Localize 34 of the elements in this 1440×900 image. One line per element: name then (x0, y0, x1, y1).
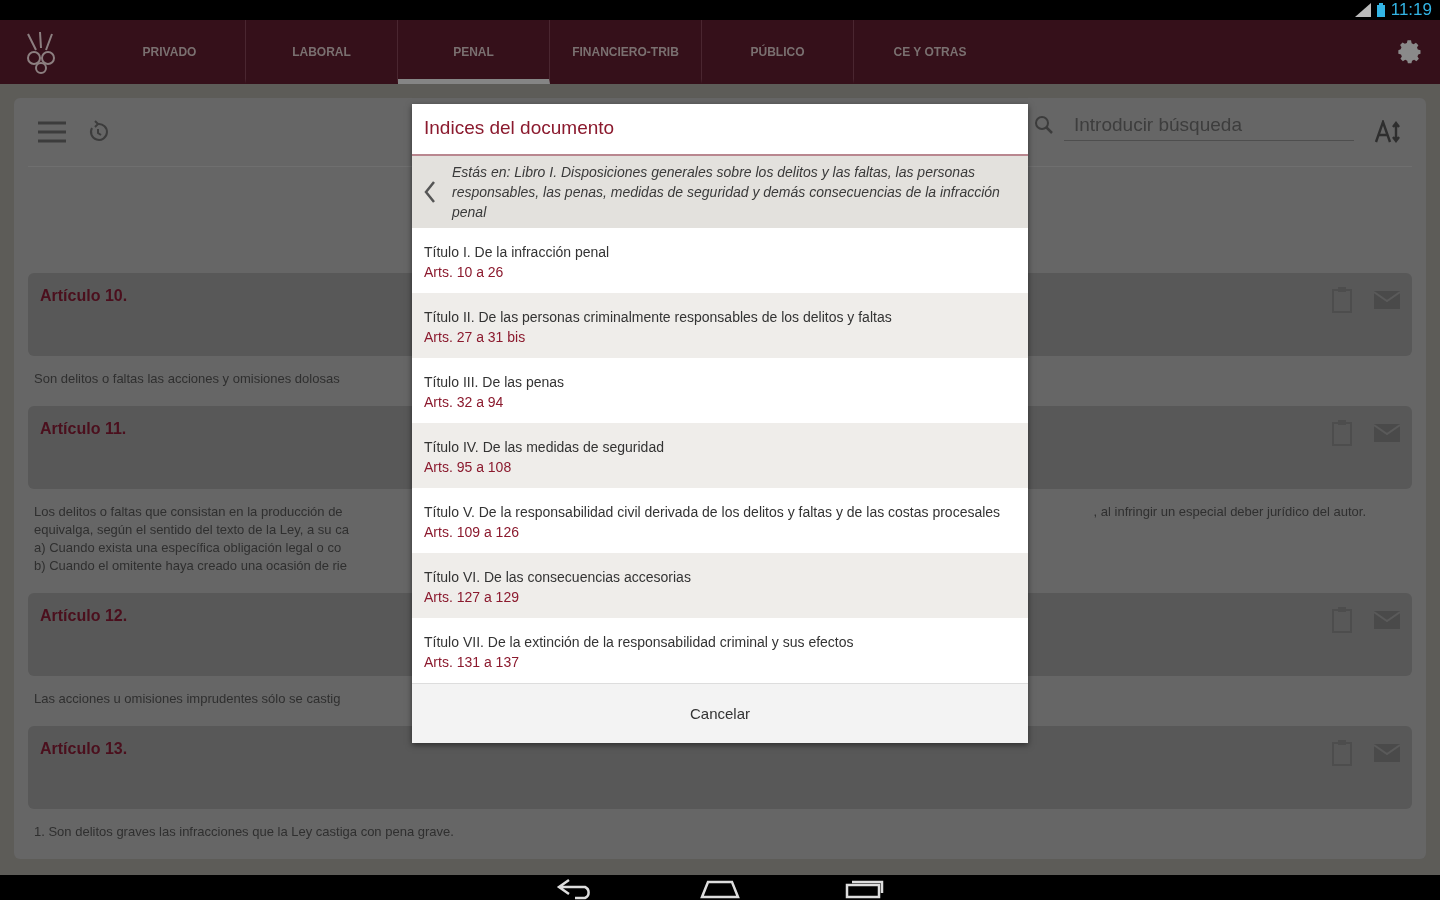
tab[interactable]: PENAL (398, 20, 550, 84)
index-title: Título I. De la infracción penal (424, 243, 611, 261)
index-item[interactable]: Título VI. De las consecuencias accesorias Arts. 127 a 129 (412, 553, 1028, 618)
tab[interactable]: PRIVADO (94, 20, 246, 84)
cancel-button[interactable]: Cancelar (412, 683, 1028, 743)
article-range: Arts. 95 a 108 (424, 459, 513, 475)
article-range: Arts. 127 a 129 (424, 589, 520, 605)
article-range: Arts. 27 a 31 bis (424, 329, 527, 345)
breadcrumb: Estás en: Libro I. Disposiciones generales sobre los delitos y las faltas, las personas responsables, las penas, medidas de seguridad y demás consecuencias de la infracción penal (452, 163, 1001, 222)
tab[interactable]: LABORAL (246, 20, 398, 84)
tab[interactable]: PÚBLICO (702, 20, 854, 84)
article-range: Arts. 131 a 137 (424, 654, 520, 670)
index-title: Título III. De las penas (424, 373, 566, 391)
index-item[interactable]: Título VII. De la extinción de la responsabilidad criminal y sus efectos Arts. 131 a 137 (412, 618, 1028, 683)
article-range: Arts. 109 a 126 (424, 524, 520, 540)
tab[interactable]: CE Y OTRAS (854, 20, 1006, 84)
clock: 11:19 (1390, 0, 1432, 20)
tab[interactable]: FINANCIERO-TRIB (550, 20, 702, 84)
index-item[interactable]: Título IV. De las medidas de seguridad Arts. 95 a 108 (412, 423, 1028, 488)
index-title: Título V. De la responsabilidad civil derivada de los delitos y faltas y de las costas procesales (424, 503, 1002, 521)
index-item[interactable]: Título V. De la responsabilidad civil derivada de los delitos y faltas y de las costas procesales Arts. 109 a 126 (412, 488, 1028, 553)
index-title: Título VI. De las consecuencias accesorias (424, 568, 692, 586)
article-title: Artículo 11. (40, 420, 128, 438)
article-range: Arts. 10 a 26 (424, 264, 505, 280)
index-title: Título VII. De la extinción de la responsabilidad criminal y sus efectos (424, 633, 855, 651)
index-item[interactable]: Título II. De las personas criminalmente responsables de los delitos y faltas Arts. 27 a 31 bis (412, 293, 1028, 358)
index-title: Título IV. De las medidas de seguridad (424, 438, 665, 456)
article-title: Artículo 13. (40, 740, 129, 758)
article-title: Artículo 12. (40, 607, 129, 625)
index-item[interactable]: Título III. De las penas Arts. 32 a 94 (412, 358, 1028, 423)
article-range: Arts. 32 a 94 (424, 394, 505, 410)
article-title: Artículo 10. (40, 287, 129, 305)
index-title: Título II. De las personas criminalmente responsables de los delitos y faltas (424, 308, 893, 326)
index-item[interactable]: Título I. De la infracción penal Arts. 10 a 26 (412, 228, 1028, 293)
